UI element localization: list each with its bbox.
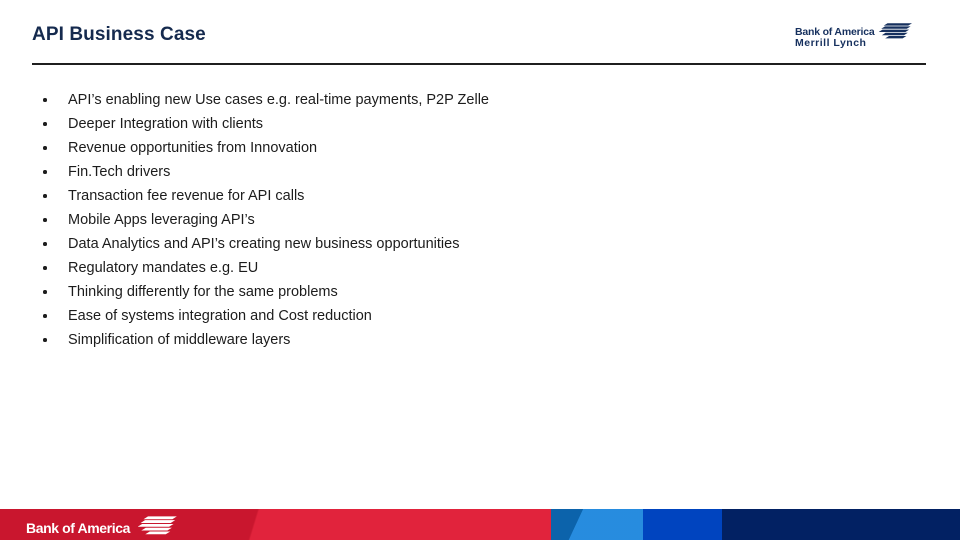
list-item: Fin.Tech drivers: [38, 160, 918, 184]
list-item-label: Mobile Apps leveraging API’s: [68, 212, 255, 228]
list-item-label: Ease of systems integration and Cost red…: [68, 308, 372, 324]
bank-of-america-flag-icon: [879, 22, 913, 44]
header-brand-line2: Merrill Lynch: [795, 37, 867, 50]
footer-brand-lockup: Bank of America: [26, 515, 178, 540]
slide: API Business Case Bank of America Merril…: [0, 0, 960, 540]
header-brand-text: Bank of America Merrill Lynch: [795, 26, 875, 50]
list-item-label: Data Analytics and API’s creating new bu…: [68, 236, 460, 252]
list-item-label: Transaction fee revenue for API calls: [68, 188, 305, 204]
bullet-dot-icon: [43, 146, 47, 150]
list-item: Simplification of middleware layers: [38, 328, 918, 352]
list-item: Regulatory mandates e.g. EU: [38, 256, 918, 280]
list-item-label: Revenue opportunities from Innovation: [68, 140, 318, 156]
bullet-dot-icon: [43, 194, 47, 198]
list-item: API’s enabling new Use cases e.g. real-t…: [38, 88, 918, 112]
footer-brand-text: Bank of America: [26, 519, 130, 536]
header-divider: [32, 63, 926, 65]
bullet-list: API’s enabling new Use cases e.g. real-t…: [38, 88, 918, 352]
list-item: Ease of systems integration and Cost red…: [38, 304, 918, 328]
list-item-label: Fin.Tech drivers: [68, 164, 171, 180]
bullet-dot-icon: [43, 218, 47, 222]
list-item: Mobile Apps leveraging API’s: [38, 208, 918, 232]
page-title: API Business Case: [32, 24, 206, 45]
list-item-label: Deeper Integration with clients: [68, 116, 264, 132]
bullet-dot-icon: [43, 314, 47, 318]
bullet-dot-icon: [43, 170, 47, 174]
list-item: Revenue opportunities from Innovation: [38, 136, 918, 160]
list-item-label: Simplification of middleware layers: [68, 332, 291, 348]
footer-band-light-blue: [551, 509, 643, 540]
list-item-label: Thinking differently for the same proble…: [68, 284, 338, 300]
bullet-dot-icon: [43, 122, 47, 126]
list-item-label: Regulatory mandates e.g. EU: [68, 260, 259, 276]
footer-band-blue: [643, 509, 722, 540]
header-brand-lockup: Bank of America Merrill Lynch: [795, 23, 913, 50]
list-item: Data Analytics and API’s creating new bu…: [38, 232, 918, 256]
bank-of-america-flag-icon: [137, 515, 178, 540]
bullet-dot-icon: [43, 242, 47, 246]
list-item: Deeper Integration with clients: [38, 112, 918, 136]
footer-band-navy: [722, 509, 960, 540]
bullet-dot-icon: [43, 290, 47, 294]
bullet-dot-icon: [43, 338, 47, 342]
list-item: Transaction fee revenue for API calls: [38, 184, 918, 208]
bullet-dot-icon: [43, 98, 47, 102]
list-item-label: API’s enabling new Use cases e.g. real-t…: [68, 92, 489, 108]
bullet-dot-icon: [43, 266, 47, 270]
list-item: Thinking differently for the same proble…: [38, 280, 918, 304]
